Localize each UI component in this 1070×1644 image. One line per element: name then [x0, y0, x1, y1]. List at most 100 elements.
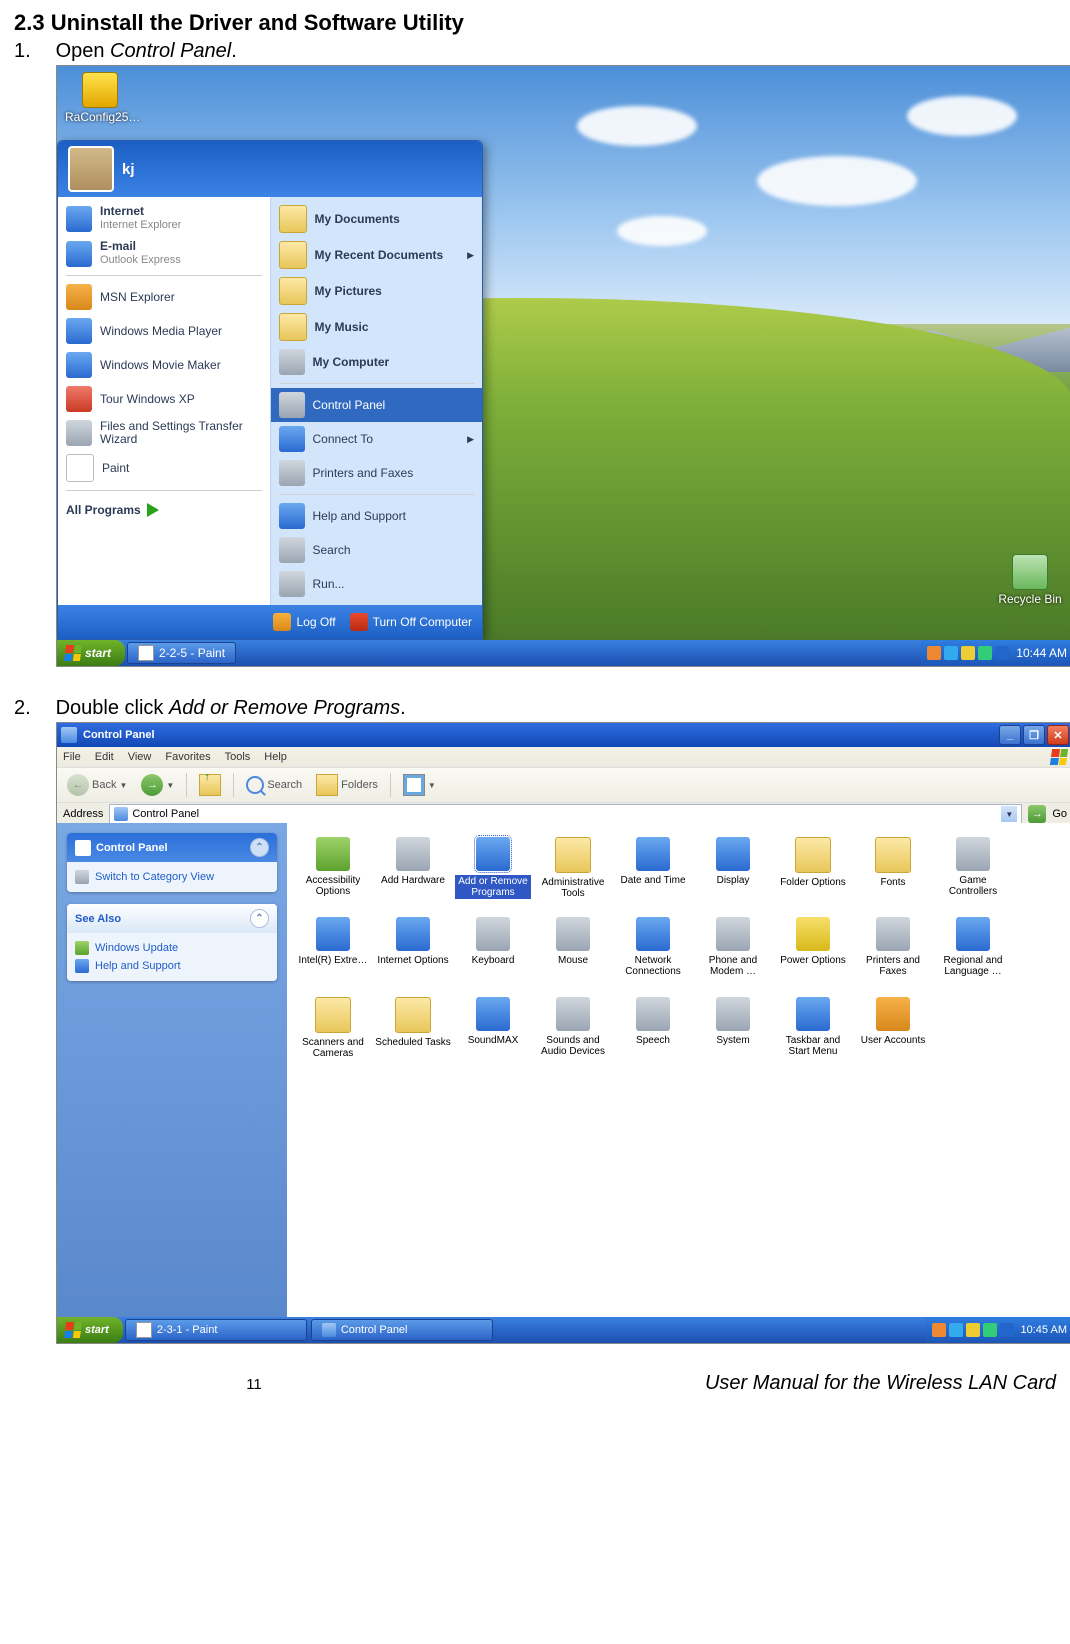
forward-arrow-icon: → — [141, 774, 163, 796]
control-panel-item[interactable]: Taskbar and Start Menu — [775, 995, 851, 1073]
menu-view[interactable]: View — [128, 751, 152, 763]
start-menu-item[interactable]: Run... — [271, 567, 483, 601]
start-menu-item[interactable]: My Recent Documents▶ — [271, 237, 483, 273]
start-menu-item[interactable]: Windows Media Player — [58, 314, 270, 348]
control-panel-item[interactable]: Mouse — [535, 915, 611, 993]
control-panel-item[interactable]: Internet Options — [375, 915, 451, 993]
up-button[interactable]: ↑ — [195, 772, 225, 798]
control-panel-item[interactable]: SoundMAX — [455, 995, 531, 1073]
minimize-button[interactable]: _ — [999, 725, 1021, 745]
control-panel-item[interactable]: Network Connections — [615, 915, 691, 993]
folders-button[interactable]: Folders — [312, 772, 382, 798]
start-menu-item[interactable]: E-mailOutlook Express — [58, 236, 270, 271]
start-menu-item[interactable]: InternetInternet Explorer — [58, 201, 270, 236]
start-menu: kj InternetInternet ExplorerE-mailOutloo… — [57, 140, 483, 640]
taskbar-button-control-panel[interactable]: Control Panel — [311, 1319, 493, 1341]
menu-favorites[interactable]: Favorites — [165, 751, 210, 763]
go-button[interactable]: → — [1028, 805, 1046, 823]
tray-icon[interactable] — [932, 1323, 946, 1337]
start-button[interactable]: start — [57, 640, 125, 666]
control-panel-item[interactable]: Display — [695, 835, 771, 913]
desktop-icon-raconfig[interactable]: RaConfig25… — [65, 72, 135, 124]
start-menu-item[interactable]: Search — [271, 533, 483, 567]
start-menu-item[interactable]: Paint — [58, 450, 270, 486]
menu-help[interactable]: Help — [264, 751, 287, 763]
start-menu-item[interactable]: Help and Support — [271, 499, 483, 533]
tray-icon[interactable] — [961, 646, 975, 660]
control-panel-item[interactable]: Scheduled Tasks — [375, 995, 451, 1073]
control-panel-item[interactable]: Regional and Language … — [935, 915, 1011, 993]
taskbar-button-paint[interactable]: 2-2-5 - Paint — [127, 642, 236, 664]
control-panel-item[interactable]: Power Options — [775, 915, 851, 993]
tray-icon[interactable] — [927, 646, 941, 660]
control-panel-item[interactable]: Date and Time — [615, 835, 691, 913]
cp-item-icon — [316, 917, 350, 951]
control-panel-item[interactable]: Sounds and Audio Devices — [535, 995, 611, 1073]
chevron-down-icon: ▼ — [166, 781, 174, 790]
tray-icon[interactable] — [949, 1323, 963, 1337]
start-menu-item[interactable]: Connect To▶ — [271, 422, 483, 456]
start-button[interactable]: start — [57, 1317, 123, 1343]
control-panel-item[interactable]: Add or Remove Programs — [455, 835, 531, 913]
start-menu-item[interactable]: My Documents — [271, 201, 483, 237]
cp-item-icon — [875, 837, 911, 873]
side-link-category-view[interactable]: Switch to Category View — [75, 868, 269, 886]
close-button[interactable]: ✕ — [1047, 725, 1069, 745]
sidebox-header[interactable]: See Also ⌃ — [67, 904, 277, 933]
tray-icon[interactable] — [983, 1323, 997, 1337]
start-menu-item[interactable]: Files and Settings Transfer Wizard — [58, 416, 270, 450]
menu-file[interactable]: File — [63, 751, 81, 763]
start-menu-item[interactable]: Tour Windows XP — [58, 382, 270, 416]
views-button[interactable]: ▼ — [399, 772, 440, 798]
sidebox-header[interactable]: Control Panel ⌃ — [67, 833, 277, 862]
toolbar-separator — [233, 773, 234, 797]
taskbar-button-paint[interactable]: 2-3-1 - Paint — [125, 1319, 307, 1341]
tray-icon[interactable] — [978, 646, 992, 660]
start-menu-item[interactable]: My Pictures — [271, 273, 483, 309]
chevron-down-icon[interactable]: ▼ — [1001, 806, 1017, 822]
start-menu-item[interactable]: My Music — [271, 309, 483, 345]
control-panel-item[interactable]: Game Controllers — [935, 835, 1011, 913]
control-panel-item[interactable]: Administrative Tools — [535, 835, 611, 913]
address-input[interactable]: Control Panel ▼ — [109, 804, 1022, 824]
back-button[interactable]: ←Back▼ — [63, 772, 131, 798]
start-menu-item[interactable]: Control Panel — [271, 388, 483, 422]
all-programs-button[interactable]: All Programs — [58, 495, 270, 523]
tray-icon[interactable] — [995, 646, 1009, 660]
cp-item-icon — [636, 837, 670, 871]
turn-off-button[interactable]: Turn Off Computer — [350, 613, 472, 631]
forward-button[interactable]: →▼ — [137, 772, 178, 798]
control-panel-item[interactable]: Fonts — [855, 835, 931, 913]
log-off-button[interactable]: Log Off — [273, 613, 335, 631]
tray-icon[interactable] — [966, 1323, 980, 1337]
menu-tools[interactable]: Tools — [225, 751, 251, 763]
menu-edit[interactable]: Edit — [95, 751, 114, 763]
tray-icon[interactable] — [944, 646, 958, 660]
control-panel-item[interactable]: Intel(R) Extre… — [295, 915, 371, 993]
cp-item-icon — [796, 917, 830, 951]
control-panel-item[interactable]: Folder Options — [775, 835, 851, 913]
start-menu-item[interactable]: MSN Explorer — [58, 280, 270, 314]
control-panel-item[interactable]: System — [695, 995, 771, 1073]
control-panel-item[interactable]: Accessibility Options — [295, 835, 371, 913]
start-menu-item[interactable]: Printers and Faxes — [271, 456, 483, 490]
windows-flag-icon — [1050, 749, 1068, 765]
control-panel-item[interactable]: Phone and Modem … — [695, 915, 771, 993]
control-panel-item[interactable]: Printers and Faxes — [855, 915, 931, 993]
app-icon — [66, 206, 92, 232]
side-link-help-support[interactable]: Help and Support — [75, 957, 269, 975]
start-menu-item[interactable]: My Computer — [271, 345, 483, 379]
side-link-windows-update[interactable]: Windows Update — [75, 939, 269, 957]
collapse-icon[interactable]: ⌃ — [250, 838, 269, 857]
search-button[interactable]: Search — [242, 774, 306, 796]
control-panel-item[interactable]: Keyboard — [455, 915, 531, 993]
control-panel-item[interactable]: User Accounts — [855, 995, 931, 1073]
control-panel-item[interactable]: Add Hardware — [375, 835, 451, 913]
maximize-button[interactable]: ❐ — [1023, 725, 1045, 745]
desktop-icon-recycle-bin[interactable]: Recycle Bin — [995, 554, 1065, 606]
collapse-icon[interactable]: ⌃ — [250, 909, 269, 928]
tray-icon[interactable] — [1000, 1323, 1014, 1337]
start-menu-item[interactable]: Windows Movie Maker — [58, 348, 270, 382]
control-panel-item[interactable]: Speech — [615, 995, 691, 1073]
control-panel-item[interactable]: Scanners and Cameras — [295, 995, 371, 1073]
